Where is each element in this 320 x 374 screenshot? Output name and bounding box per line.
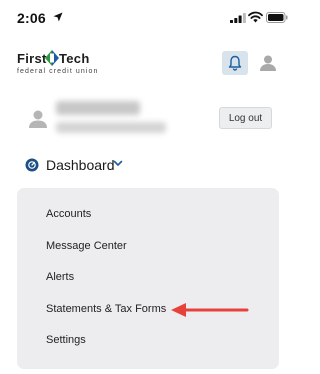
- dashboard-menu-toggle[interactable]: Dashboard: [46, 157, 115, 173]
- cellular-signal-icon: [230, 13, 246, 23]
- chevron-down-icon[interactable]: [113, 160, 123, 167]
- bell-icon: [228, 55, 242, 71]
- logo-mark-icon: [45, 50, 59, 66]
- wifi-icon: [248, 11, 263, 23]
- logo-word-first: First: [17, 51, 47, 66]
- notifications-button[interactable]: [222, 51, 248, 75]
- menu-item-settings[interactable]: Settings: [46, 334, 86, 346]
- dashboard-icon: [25, 158, 39, 172]
- logo-word-tech: Tech: [59, 51, 90, 66]
- avatar: [29, 110, 47, 128]
- logout-button[interactable]: Log out: [219, 107, 272, 129]
- menu-item-message-center[interactable]: Message Center: [46, 240, 127, 252]
- status-time: 2:06: [17, 10, 46, 26]
- status-bar: 2:06: [0, 0, 296, 36]
- user-icon[interactable]: [258, 53, 278, 73]
- annotation-arrow-icon: [171, 303, 249, 317]
- location-arrow-icon: [53, 12, 63, 22]
- menu-item-alerts[interactable]: Alerts: [46, 271, 74, 283]
- menu-item-statements-tax-forms[interactable]: Statements & Tax Forms: [46, 303, 166, 315]
- logo-tagline: federal credit union: [17, 68, 99, 75]
- menu-item-accounts[interactable]: Accounts: [46, 208, 91, 220]
- redacted-member-name: [56, 101, 140, 115]
- battery-icon: [266, 12, 288, 23]
- redacted-member-info: [56, 122, 166, 133]
- dashboard-dropdown-menu: Accounts Message Center Alerts Statement…: [17, 188, 279, 369]
- brand-logo[interactable]: First Tech federal credit union: [17, 50, 127, 79]
